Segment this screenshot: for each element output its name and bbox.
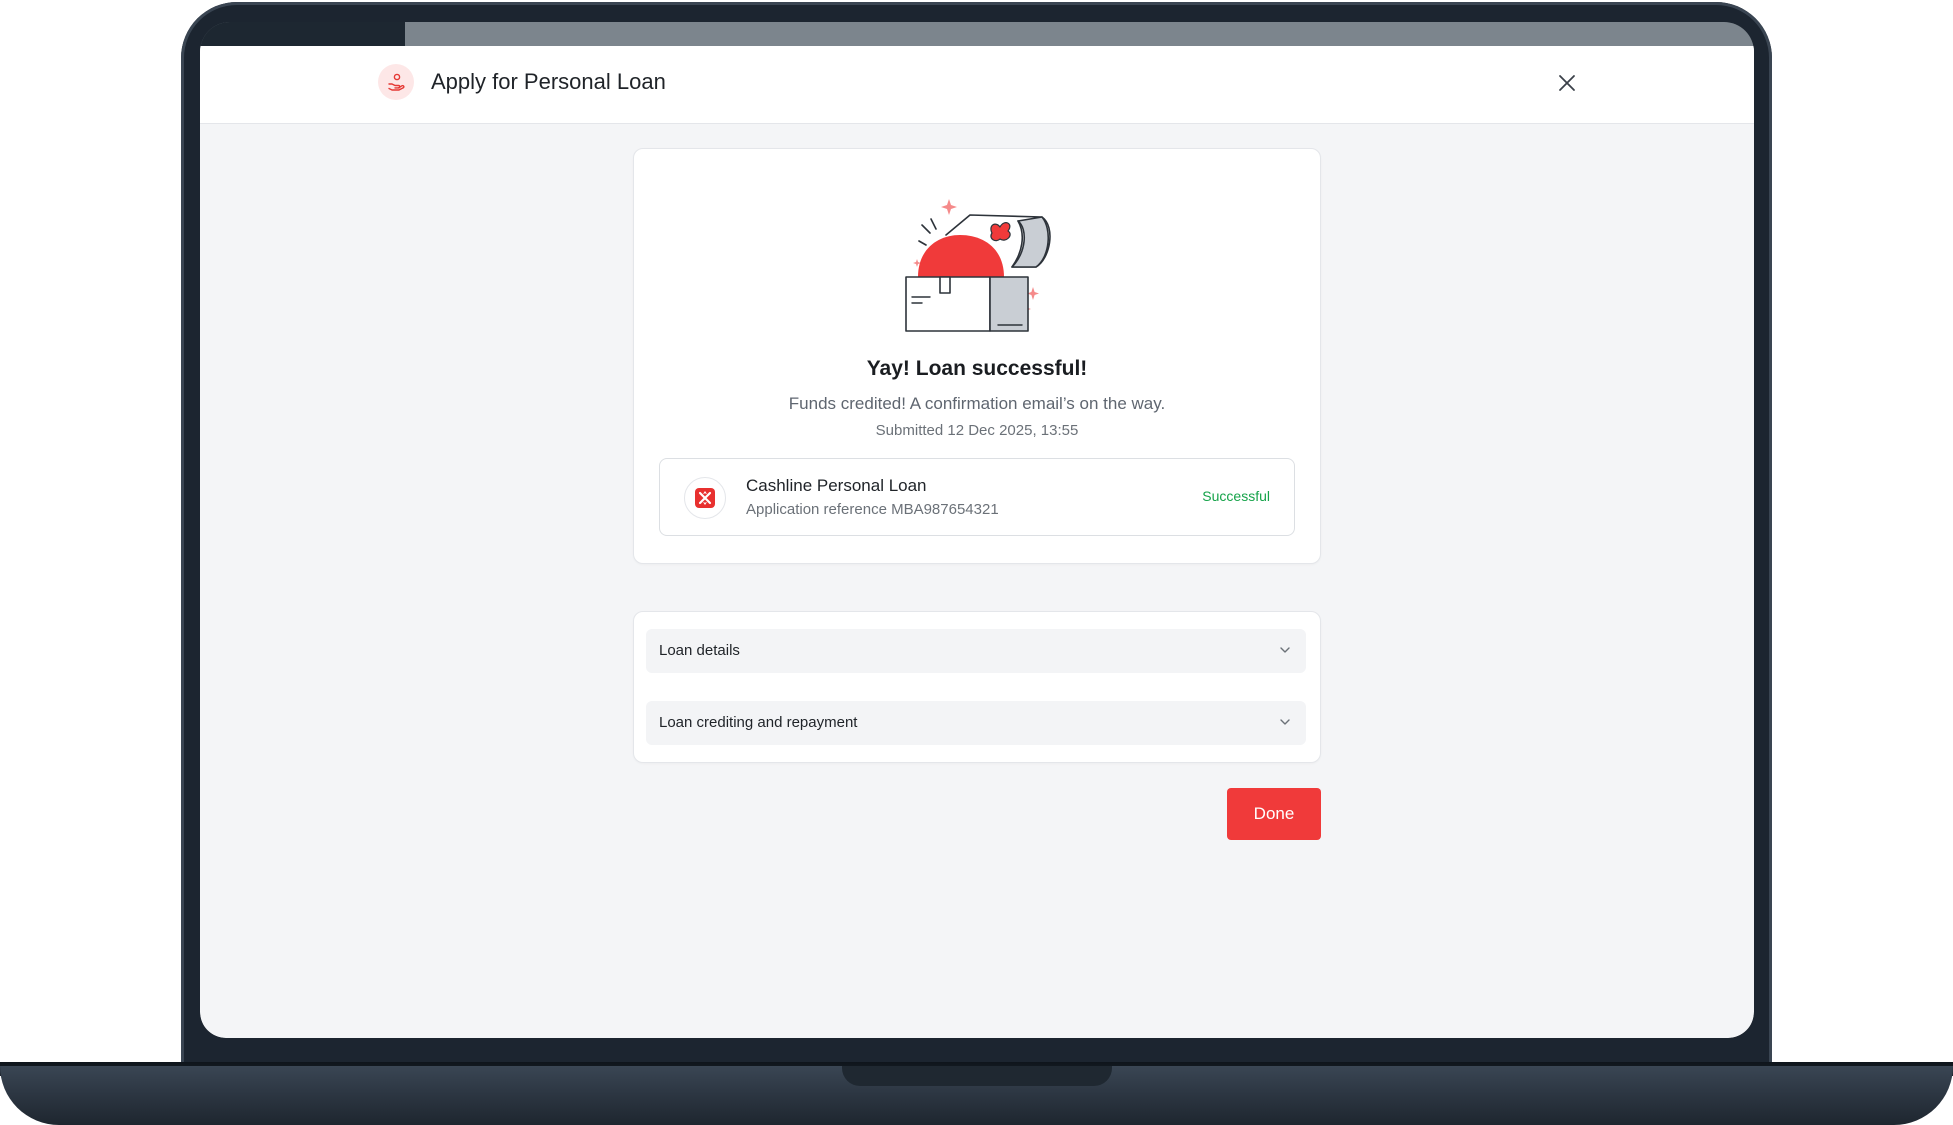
status-badge: Successful [1202,488,1270,504]
laptop-screen: Apply for Personal Loan Yay! Loan succes… [200,22,1754,1038]
success-title: Yay! Loan successful! [866,357,1088,380]
accordion-crediting-repayment[interactable]: Loan crediting and repayment [646,701,1306,745]
details-accordion: Loan details Loan crediting and repaymen… [633,611,1321,763]
chevron-down-icon [1280,719,1290,725]
page-header: Apply for Personal Loan [200,46,1754,124]
accordion-loan-details[interactable]: Loan details [646,629,1306,673]
accordion-label: Loan crediting and repayment [659,714,858,731]
loan-summary: Cashline Personal Loan Application refer… [659,458,1295,536]
bank-logo-icon [684,477,726,519]
hand-coin-icon [378,64,414,100]
close-button[interactable] [1552,68,1582,98]
treasure-chest-illustration [900,197,1060,342]
submitted-timestamp: Submitted 12 Dec 2025, 13:55 [875,422,1079,439]
chevron-down-icon [1280,647,1290,653]
close-icon [1559,75,1575,91]
laptop-notch [842,1066,1112,1086]
success-subtitle: Funds credited! A confirmation email’s o… [788,394,1166,413]
page-title: Apply for Personal Loan [431,69,666,94]
accordion-label: Loan details [659,642,740,659]
progress-bar [200,22,1754,46]
application-reference: Application reference MBA987654321 [746,501,999,518]
success-card: Yay! Loan successful! Funds credited! A … [633,148,1321,564]
done-button[interactable]: Done [1227,788,1321,840]
progress-bar-fill [200,22,406,46]
loan-product-name: Cashline Personal Loan [746,476,927,495]
app-window: Apply for Personal Loan Yay! Loan succes… [200,46,1754,1038]
